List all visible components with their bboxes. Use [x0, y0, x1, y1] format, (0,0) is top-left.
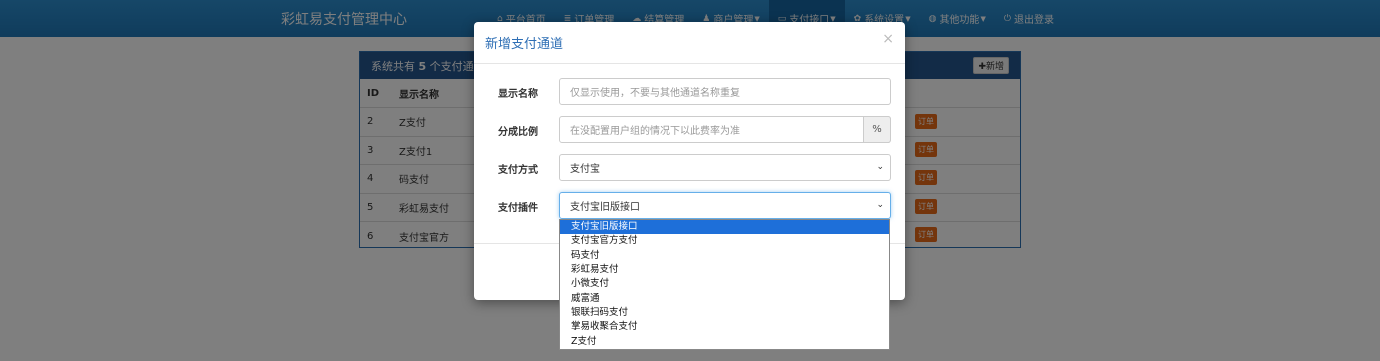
rate-input[interactable]: 在没配置用户组的情况下以此费率为准 % — [559, 116, 891, 143]
close-icon[interactable]: × — [882, 31, 894, 47]
plugin-option[interactable]: 小微支付 — [560, 277, 889, 291]
rate-label: 分成比例 — [498, 127, 538, 138]
plugin-option[interactable]: 码支付 — [560, 249, 889, 263]
pay-type-select[interactable]: 支付宝 ⌄ — [559, 154, 891, 181]
rate-placeholder: 在没配置用户组的情况下以此费率为准 — [570, 126, 740, 137]
plugin-option[interactable]: 银联扫码支付 — [560, 306, 889, 320]
plugin-label: 支付插件 — [498, 203, 538, 214]
chevron-down-icon: ⌄ — [876, 200, 884, 210]
pay-type-value: 支付宝 — [570, 164, 600, 175]
name-label: 显示名称 — [498, 89, 538, 100]
percent-addon: % — [863, 116, 891, 143]
modal-title: 新增支付通道 — [485, 37, 564, 52]
plugin-select[interactable]: 支付宝旧版接口 ⌄ — [559, 192, 891, 219]
divider — [474, 63, 905, 64]
plugin-option[interactable]: 威富通 — [560, 292, 889, 306]
plugin-option[interactable]: 掌易收聚合支付 — [560, 320, 889, 334]
chevron-down-icon: ⌄ — [876, 162, 884, 172]
plugin-option[interactable]: 支付宝官方支付 — [560, 234, 889, 248]
pay-type-label: 支付方式 — [498, 165, 538, 176]
plugin-option[interactable]: 支付宝旧版接口 — [560, 220, 889, 235]
plugin-option[interactable]: Z支付 — [560, 335, 889, 349]
plugin-value: 支付宝旧版接口 — [570, 202, 640, 213]
plugin-option[interactable]: 彩虹易支付 — [560, 263, 889, 277]
plugin-dropdown-list: 支付宝旧版接口 支付宝官方支付 码支付 彩虹易支付 小微支付 威富通 银联扫码支… — [559, 219, 890, 350]
display-name-input[interactable]: 仅显示使用，不要与其他通道名称重复 — [559, 78, 891, 105]
